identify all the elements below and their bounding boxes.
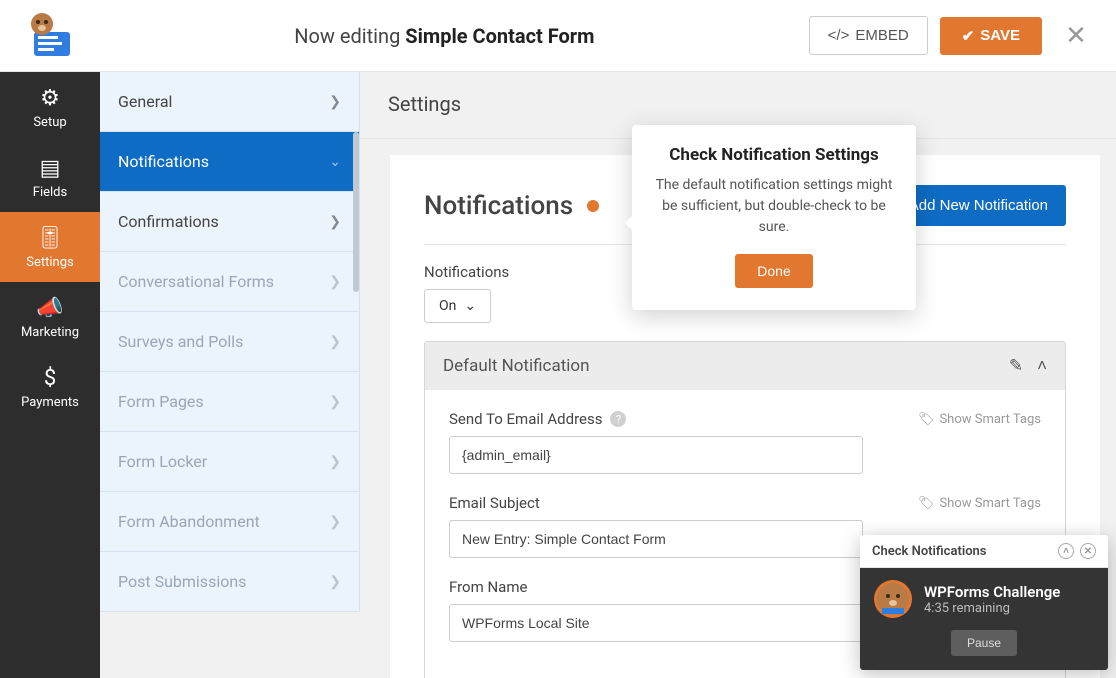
gear-icon: ⚙ bbox=[0, 86, 100, 111]
popover-arrow bbox=[625, 215, 633, 231]
chevron-right-icon: ❯ bbox=[329, 514, 341, 530]
chevron-right-icon: ❯ bbox=[329, 94, 341, 110]
sliders-icon: 🎚 bbox=[0, 226, 100, 251]
done-button[interactable]: Done bbox=[735, 254, 812, 288]
minimize-icon[interactable]: ˄ bbox=[1058, 543, 1074, 559]
settings-item-surveys-polls[interactable]: Surveys and Polls ❯ bbox=[100, 312, 359, 372]
popover-title: Check Notification Settings bbox=[652, 145, 896, 165]
editing-label: Now editing Simple Contact Form bbox=[80, 24, 809, 48]
nav-setup[interactable]: ⚙ Setup bbox=[0, 72, 100, 142]
show-smart-tags[interactable]: 🏷 Show Smart Tags bbox=[918, 412, 1041, 427]
save-button[interactable]: ✔ SAVE bbox=[940, 17, 1042, 55]
chevron-right-icon: ❯ bbox=[329, 334, 341, 350]
chevron-right-icon: ❯ bbox=[329, 574, 341, 590]
dollar-icon: $ bbox=[0, 366, 100, 391]
email-subject-input[interactable] bbox=[449, 520, 863, 558]
close-icon[interactable]: ✕ bbox=[1080, 543, 1096, 559]
field-label-from-name: From Name bbox=[449, 578, 527, 596]
chevron-right-icon: ❯ bbox=[329, 274, 341, 290]
chevron-right-icon: ❯ bbox=[329, 214, 341, 230]
challenge-popover: Check Notification Settings The default … bbox=[632, 125, 916, 310]
form-title: Simple Contact Form bbox=[405, 24, 594, 48]
code-icon: </> bbox=[828, 27, 850, 44]
check-icon: ✔ bbox=[962, 27, 975, 45]
megaphone-icon: 📣 bbox=[0, 296, 100, 321]
chevron-down-icon: ⌄ bbox=[329, 154, 341, 170]
notification-card-title: Default Notification bbox=[443, 356, 589, 376]
settings-item-form-abandonment[interactable]: Form Abandonment ❯ bbox=[100, 492, 359, 552]
nav-marketing[interactable]: 📣 Marketing bbox=[0, 282, 100, 352]
notifications-toggle[interactable]: On ⌄ bbox=[424, 289, 491, 323]
show-smart-tags[interactable]: 🏷 Show Smart Tags bbox=[918, 496, 1041, 511]
settings-item-form-locker[interactable]: Form Locker ❯ bbox=[100, 432, 359, 492]
pencil-icon[interactable]: ✎ bbox=[1009, 356, 1023, 376]
challenge-dot-icon bbox=[587, 200, 599, 212]
challenge-widget: Check Notifications ˄ ✕ WPForms Challeng… bbox=[860, 535, 1108, 670]
chevron-right-icon: ❯ bbox=[329, 394, 341, 410]
chevron-right-icon: ❯ bbox=[329, 454, 341, 470]
challenge-avatar bbox=[874, 580, 912, 618]
nav-payments[interactable]: $ Payments bbox=[0, 352, 100, 422]
send-to-email-input[interactable] bbox=[449, 436, 863, 474]
pause-button[interactable]: Pause bbox=[951, 630, 1017, 656]
scrollbar[interactable] bbox=[353, 132, 359, 292]
tag-icon: 🏷 bbox=[918, 412, 935, 427]
close-icon[interactable]: ✕ bbox=[1056, 21, 1096, 51]
challenge-header: Check Notifications bbox=[872, 544, 987, 559]
list-icon: ▤ bbox=[0, 156, 100, 181]
from-name-input[interactable] bbox=[449, 604, 863, 642]
nav-fields[interactable]: ▤ Fields bbox=[0, 142, 100, 212]
settings-item-notifications[interactable]: Notifications ⌄ bbox=[100, 132, 359, 192]
settings-item-confirmations[interactable]: Confirmations ❯ bbox=[100, 192, 359, 252]
top-bar: Now editing Simple Contact Form </> EMBE… bbox=[0, 0, 1116, 72]
settings-item-post-submissions[interactable]: Post Submissions ❯ bbox=[100, 552, 359, 612]
challenge-title: WPForms Challenge bbox=[924, 583, 1060, 601]
settings-panel: General ❯ Notifications ⌄ Confirmations … bbox=[100, 72, 360, 612]
challenge-remaining: 4:35 remaining bbox=[924, 601, 1060, 616]
wpforms-logo bbox=[20, 6, 80, 66]
chevron-up-icon[interactable]: ˄ bbox=[1037, 356, 1047, 376]
nav-rail: ⚙ Setup ▤ Fields 🎚 Settings 📣 Marketing … bbox=[0, 72, 100, 678]
settings-item-form-pages[interactable]: Form Pages ❯ bbox=[100, 372, 359, 432]
editing-prefix: Now editing bbox=[294, 24, 405, 48]
tag-icon: 🏷 bbox=[918, 496, 935, 511]
field-label-subject: Email Subject bbox=[449, 494, 540, 512]
nav-settings[interactable]: 🎚 Settings bbox=[0, 212, 100, 282]
popover-body: The default notification settings might … bbox=[652, 175, 896, 238]
settings-item-conversational-forms[interactable]: Conversational Forms ❯ bbox=[100, 252, 359, 312]
help-icon[interactable]: ? bbox=[610, 411, 626, 427]
chevron-down-icon: ⌄ bbox=[464, 298, 476, 314]
field-label-send-to: Send To Email Address ? bbox=[449, 410, 626, 428]
settings-item-general[interactable]: General ❯ bbox=[100, 72, 359, 132]
embed-button[interactable]: </> EMBED bbox=[809, 16, 928, 55]
notifications-title: Notifications bbox=[424, 191, 599, 221]
